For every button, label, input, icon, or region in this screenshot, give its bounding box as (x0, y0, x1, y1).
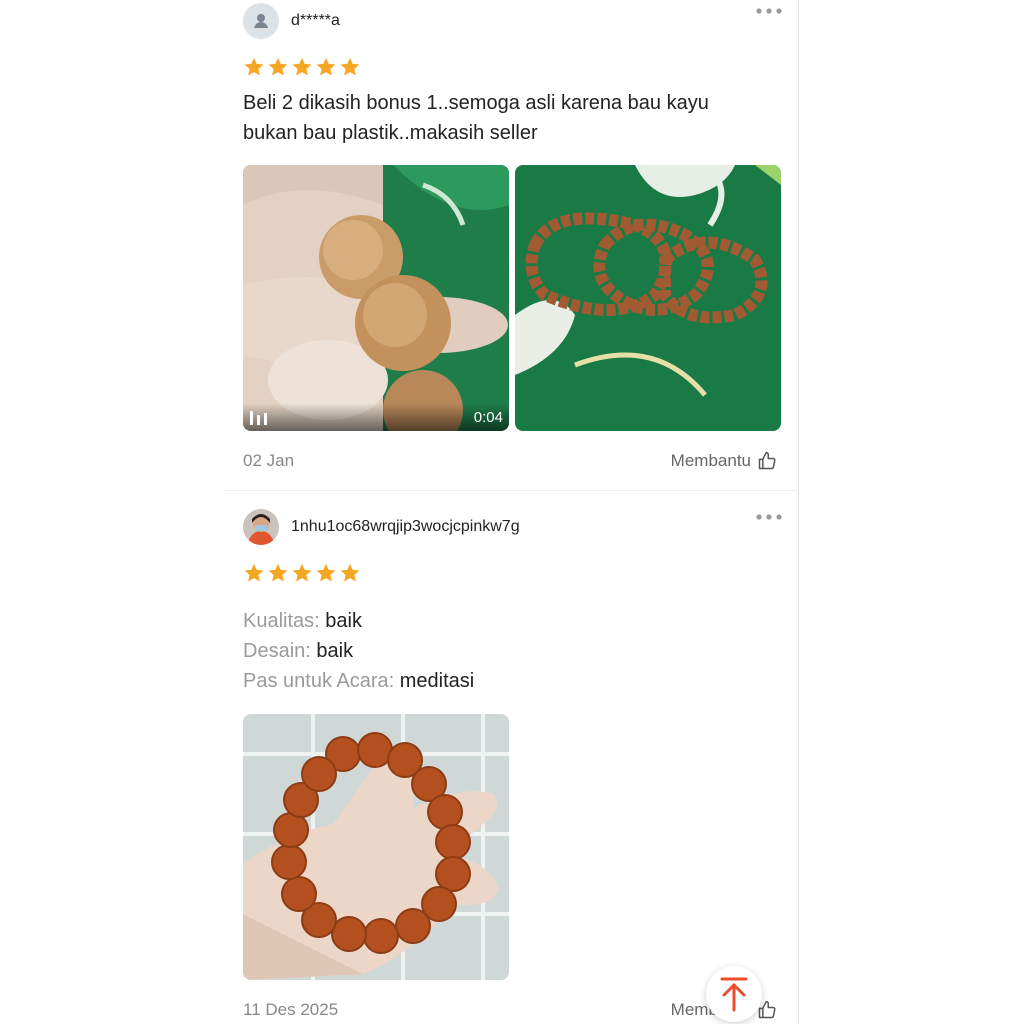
star-icon (340, 57, 360, 76)
reviews-panel: d*****a Beli 2 dikasih bonus 1..semoga a… (224, 0, 799, 1024)
attribute-key: Pas untuk Acara: (243, 670, 395, 692)
star-rating (243, 56, 361, 78)
review-photo[interactable] (515, 165, 781, 431)
attribute-value: baik (325, 610, 362, 632)
more-dots-icon[interactable] (755, 509, 783, 525)
star-icon (292, 563, 312, 582)
video-duration: 0:04 (473, 409, 503, 426)
star-icon (316, 57, 336, 76)
user-icon (243, 3, 279, 39)
video-bars-icon (250, 411, 267, 425)
helpful-label: Membantu (670, 451, 751, 470)
review-header: d*****a (243, 3, 783, 39)
attribute-occasion: Pas untuk Acara: meditasi (243, 666, 474, 696)
more-dots-icon[interactable] (755, 3, 783, 19)
review-date: 11 Des 2025 (243, 1000, 339, 1019)
star-icon (292, 57, 312, 76)
back-to-top-button[interactable] (706, 966, 762, 1022)
star-rating (243, 562, 361, 584)
avatar[interactable] (243, 3, 279, 39)
helpful-button[interactable]: Membantu (671, 451, 777, 471)
username[interactable]: d*****a (291, 12, 340, 30)
review-footer: 02 Jan Membantu (243, 449, 783, 475)
photo-image (515, 165, 781, 431)
review-text: Beli 2 dikasih bonus 1..semoga asli kare… (243, 92, 709, 144)
star-icon (244, 563, 264, 582)
attribute-value: baik (316, 640, 354, 662)
video-thumbnail (243, 165, 509, 431)
star-icon (316, 563, 336, 582)
star-icon (268, 563, 288, 582)
review-header: 1nhu1oc68wrqjip3wocjcpinkw7g (243, 509, 783, 545)
attribute-quality: Kualitas: baik (243, 606, 362, 636)
review-video[interactable]: 0:04 (243, 165, 509, 431)
video-overlay: 0:04 (243, 403, 509, 431)
avatar[interactable] (243, 509, 279, 545)
star-icon (244, 57, 264, 76)
username[interactable]: 1nhu1oc68wrqjip3wocjcpinkw7g (291, 518, 520, 536)
attribute-value: meditasi (399, 670, 475, 692)
review-divider (224, 490, 798, 491)
avatar-image (243, 509, 279, 545)
star-icon (268, 57, 288, 76)
thumbs-up-icon (758, 451, 776, 470)
review-photo[interactable] (243, 714, 509, 980)
review-date: 02 Jan (243, 451, 295, 470)
photo-image (243, 714, 509, 980)
arrow-up-icon (720, 977, 748, 1012)
review-footer: 11 Des 2025 Membantu (243, 998, 783, 1024)
star-icon (340, 563, 360, 582)
attribute-key: Desain: (243, 640, 311, 662)
attribute-key: Kualitas: (243, 610, 320, 632)
attribute-design: Desain: baik (243, 636, 353, 666)
